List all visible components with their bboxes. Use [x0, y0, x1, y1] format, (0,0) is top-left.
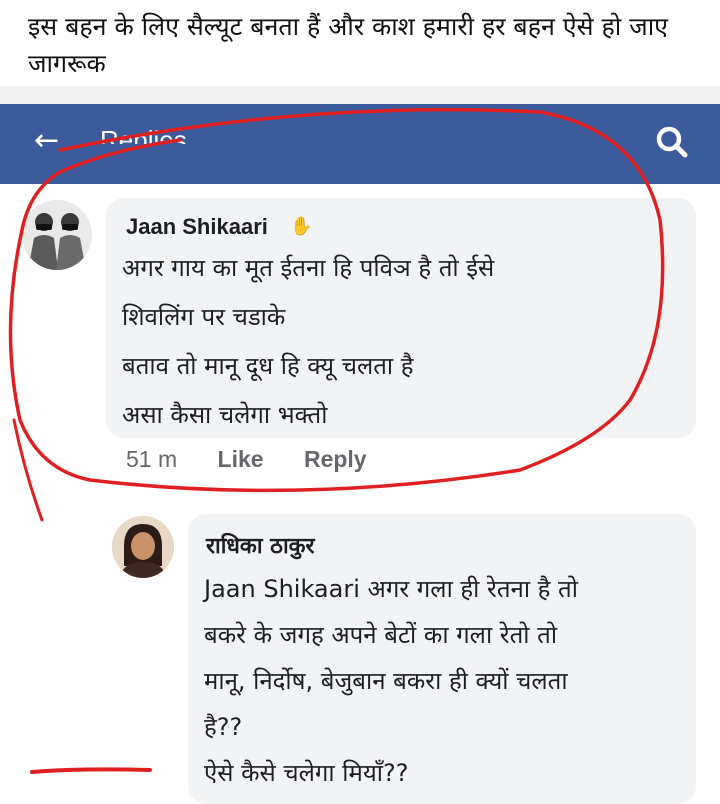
comment-text: Jaan Shikaari अगर गला ही रेतना है तो बकर…: [204, 566, 684, 796]
comment-line: ऐसे कैसे चलेगा मियाँ??: [204, 759, 409, 787]
post-caption: इस बहन के लिए सैल्यूट बनता हैं और काश हम…: [28, 12, 669, 78]
header-title: Replies: [100, 125, 187, 144]
comment-line: अगर गाय का मूत ईतना हि पविञ है तो ईसे: [122, 254, 495, 282]
avatar[interactable]: [112, 516, 174, 578]
comment-time: 51 m: [126, 446, 178, 472]
wave-icon: ✋: [290, 216, 313, 237]
comment-line: शिवलिंग पर चडाके: [122, 303, 286, 331]
search-icon[interactable]: [654, 124, 690, 160]
divider: [0, 86, 720, 104]
replies-header: ←: [0, 104, 720, 184]
comment-text: अगर गाय का मूत ईतना हि पविञ है तो ईसे शि…: [122, 244, 682, 440]
avatar[interactable]: [22, 200, 92, 270]
back-arrow-icon[interactable]: ←: [34, 126, 59, 156]
comment-author[interactable]: राधिका ठाकुर: [206, 530, 315, 560]
comment-line: असा कैसा चलेगा भक्तो: [122, 401, 328, 429]
comment-line: मानू, निर्दोष, बेजुबान बकरा ही क्यों चलत…: [204, 667, 568, 695]
like-button[interactable]: Like: [218, 446, 264, 472]
reply-button[interactable]: Reply: [304, 446, 367, 472]
comment-line: बकरे के जगह अपने बेटों का गला रेतो तो: [204, 621, 558, 649]
comment-line: है??: [204, 713, 243, 741]
comment-actions: 51 m Like Reply: [126, 446, 401, 473]
comment-line: Jaan Shikaari अगर गला ही रेतना है तो: [204, 575, 578, 603]
comment-author[interactable]: Jaan Shikaari: [126, 214, 268, 240]
comment-line: बताव तो मानू दूध हि क्यू चलता है: [122, 352, 414, 380]
